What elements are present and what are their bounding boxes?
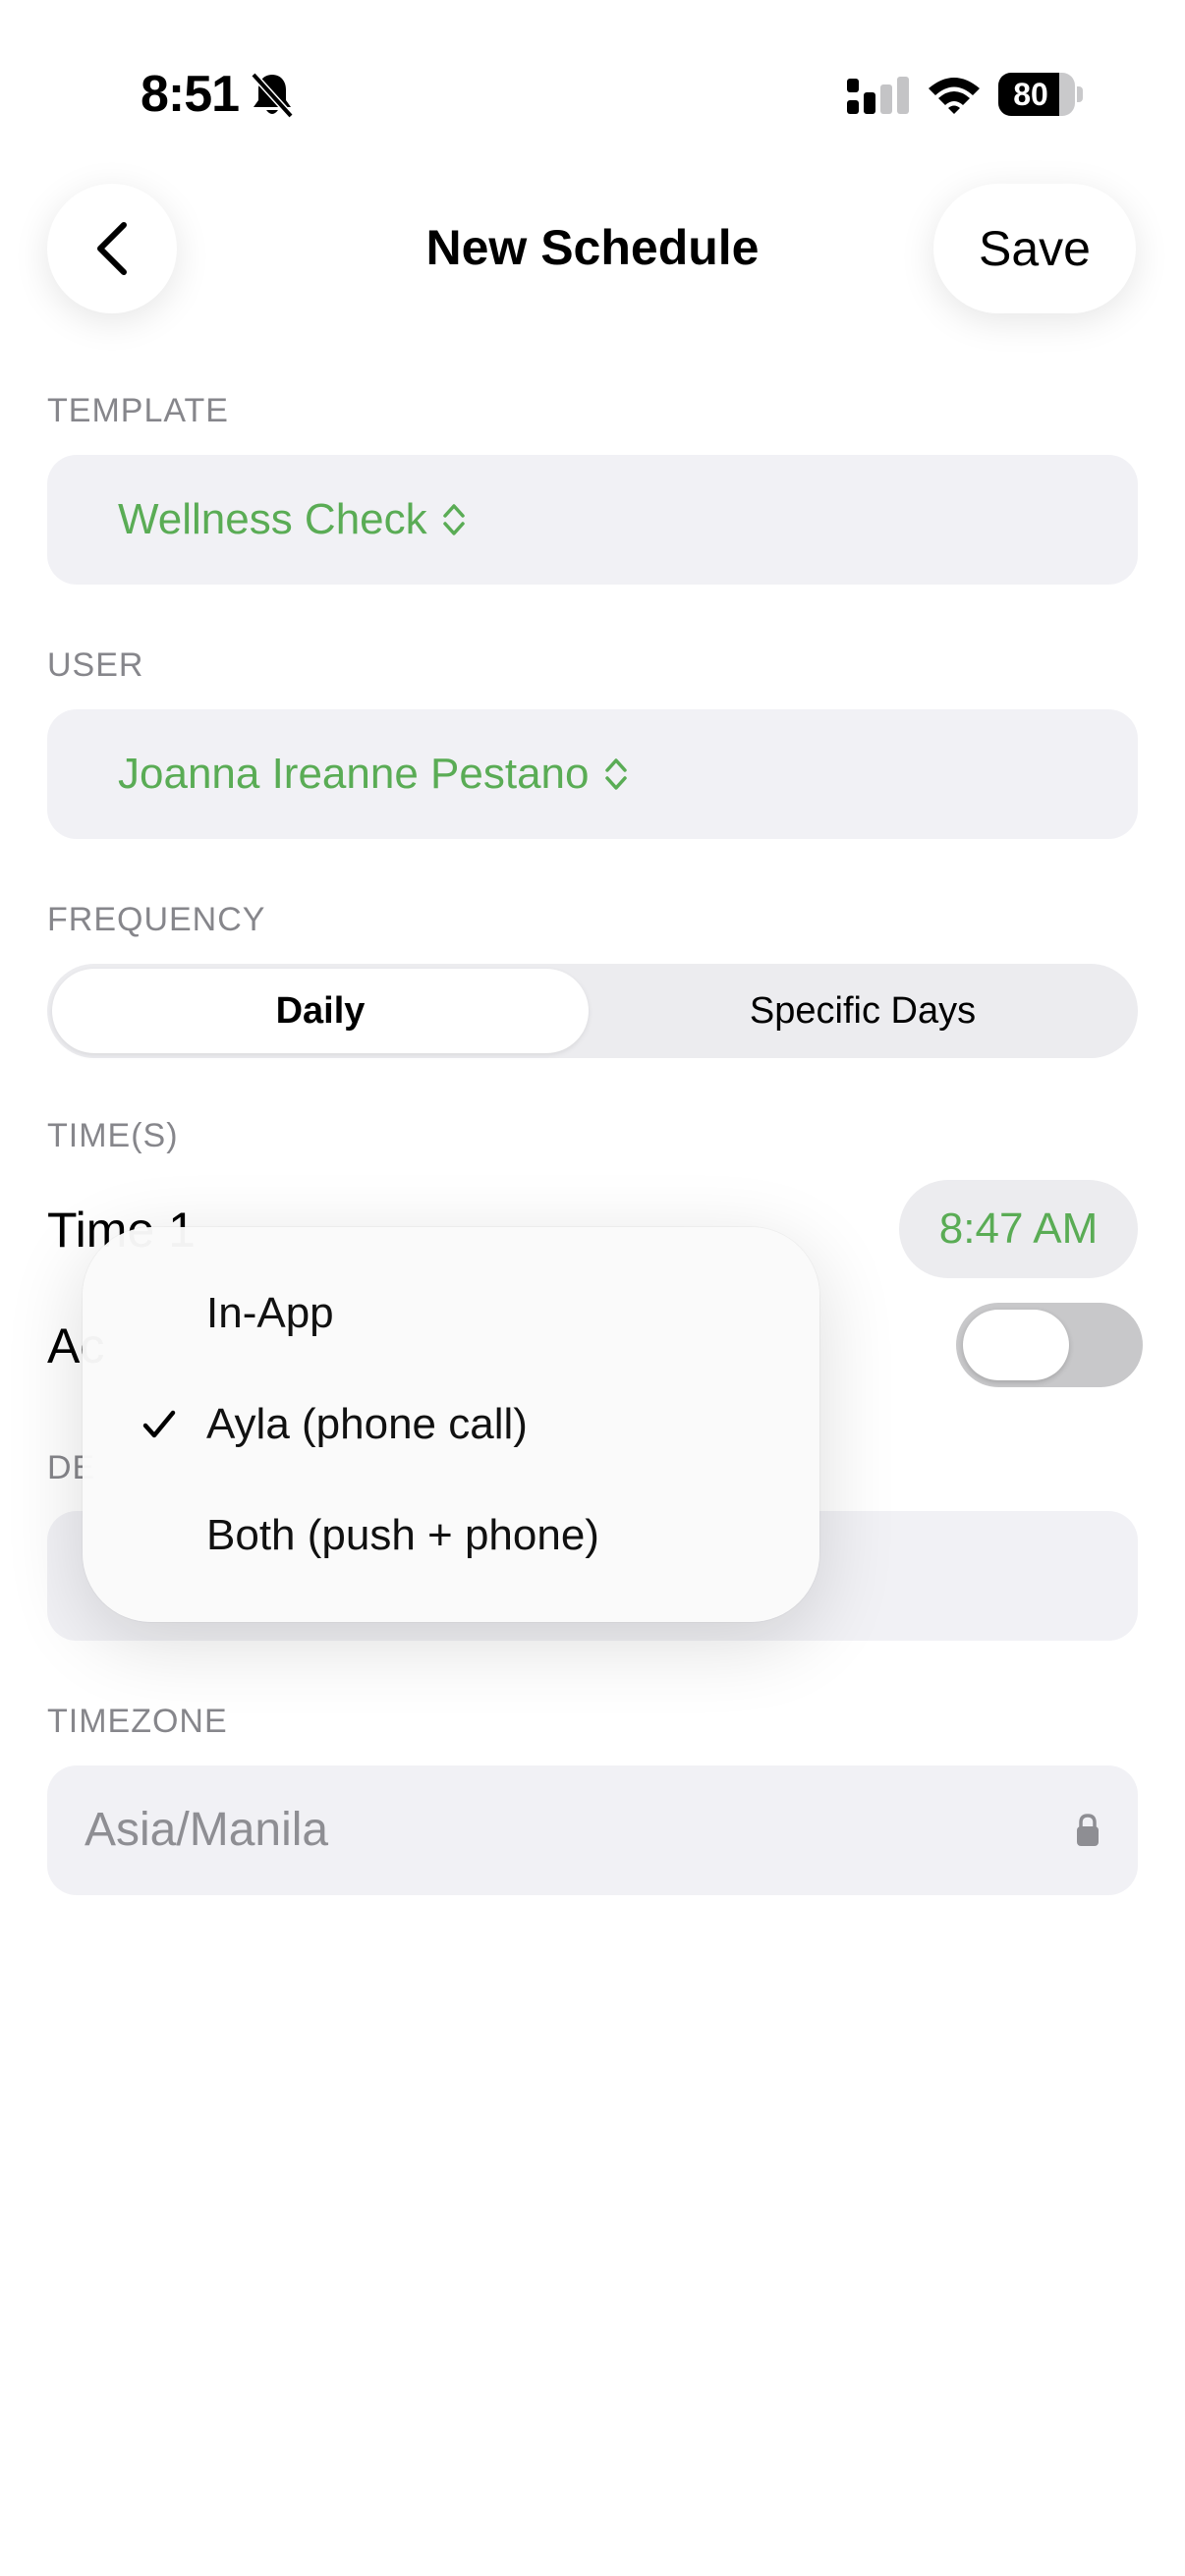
menu-item-label: In-App: [206, 1289, 334, 1337]
chevron-up-down-icon: [442, 504, 465, 535]
menu-item-label: Both (push + phone): [206, 1511, 599, 1559]
delivery-method-menu: In-App Ayla (phone call) Both (push + ph…: [83, 1227, 819, 1622]
bell-slash-icon: [251, 72, 294, 119]
times-section-label: TIME(S): [47, 1117, 179, 1154]
timezone-field: Asia/Manila: [47, 1765, 1138, 1895]
cellular-signal-icon: [847, 77, 909, 114]
wifi-icon: [929, 78, 980, 114]
toggle-knob: [963, 1310, 1069, 1380]
lock-icon: [1077, 1814, 1099, 1846]
battery-percentage: 80: [1013, 77, 1048, 112]
menu-item-label: Ayla (phone call): [206, 1400, 528, 1448]
time-1-picker[interactable]: 8:47 AM: [899, 1180, 1138, 1278]
battery-icon: 80: [998, 73, 1083, 116]
frequency-option-specific-days[interactable]: Specific Days: [592, 969, 1133, 1053]
checkmark-icon: [142, 1410, 176, 1438]
frequency-section-label: FREQUENCY: [47, 901, 266, 938]
timezone-value: Asia/Manila: [85, 1804, 329, 1856]
frequency-option-daily[interactable]: Daily: [52, 969, 589, 1053]
template-picker[interactable]: Wellness Check: [47, 455, 1138, 585]
template-value: Wellness Check: [118, 495, 427, 543]
user-picker[interactable]: Joanna Ireanne Pestano: [47, 709, 1138, 839]
user-value: Joanna Ireanne Pestano: [118, 750, 590, 798]
menu-item-in-app[interactable]: In-App: [83, 1264, 819, 1363]
timezone-section-label: TIMEZONE: [47, 1703, 228, 1740]
status-time: 8:51: [141, 66, 240, 123]
menu-item-both-push-phone[interactable]: Both (push + phone): [83, 1486, 819, 1585]
menu-item-ayla-phone-call[interactable]: Ayla (phone call): [83, 1375, 819, 1474]
frequency-segmented-control: Daily Specific Days: [47, 964, 1138, 1058]
user-section-label: USER: [47, 646, 144, 684]
save-button[interactable]: Save: [933, 184, 1136, 313]
toggle-switch[interactable]: [956, 1303, 1143, 1387]
chevron-up-down-icon: [604, 758, 627, 790]
template-section-label: TEMPLATE: [47, 392, 229, 429]
